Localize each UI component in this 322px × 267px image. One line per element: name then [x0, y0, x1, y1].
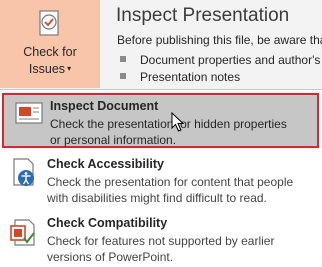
- backstage-info-panel: Check for Issues ▾ Inspect Presentation B…: [0, 0, 322, 90]
- section-description: Before publishing this file, be aware th…: [117, 33, 322, 47]
- compatibility-icon: [10, 219, 35, 246]
- accessibility-icon: [13, 158, 34, 186]
- menu-item-inspect-document[interactable]: Inspect Document Check the presentation …: [2, 93, 319, 148]
- menu-item-description: with disabilities might find difficult t…: [47, 191, 267, 205]
- check-for-issues-label-line1: Check for: [23, 45, 77, 59]
- chevron-down-icon: ▾: [67, 64, 72, 73]
- menu-item-description: or personal information.: [50, 133, 177, 147]
- mouse-cursor-icon: [171, 112, 185, 132]
- menu-item-check-compatibility[interactable]: Check Compatibility Check for features n…: [0, 212, 322, 267]
- bullet-item: Presentation notes: [120, 70, 240, 84]
- menu-item-description: Check the presentation for hidden proper…: [50, 117, 287, 131]
- menu-item-title: Inspect Document: [50, 99, 159, 113]
- menu-item-title: Check Accessibility: [47, 157, 164, 171]
- inspect-document-icon: [15, 102, 43, 124]
- menu-item-title: Check Compatibility: [47, 216, 168, 230]
- menu-item-description: versions of PowerPoint.: [47, 250, 174, 264]
- check-for-issues-label-line2: Issues ▾: [28, 62, 72, 76]
- bullet-item: Document properties and author's: [120, 53, 320, 67]
- menu-item-description: Check the presentation for content that …: [47, 175, 294, 189]
- check-document-icon: [39, 10, 59, 36]
- check-for-issues-button[interactable]: Check for Issues ▾: [0, 0, 100, 88]
- bullet-icon: [120, 56, 126, 62]
- menu-item-description: Check for features not supported by earl…: [47, 234, 275, 248]
- check-for-issues-menu: Inspect Document Check the presentation …: [0, 89, 322, 265]
- bullet-icon: [120, 73, 126, 79]
- section-title: Inspect Presentation: [116, 5, 290, 26]
- menu-item-check-accessibility[interactable]: Check Accessibility Check the presentati…: [0, 153, 322, 208]
